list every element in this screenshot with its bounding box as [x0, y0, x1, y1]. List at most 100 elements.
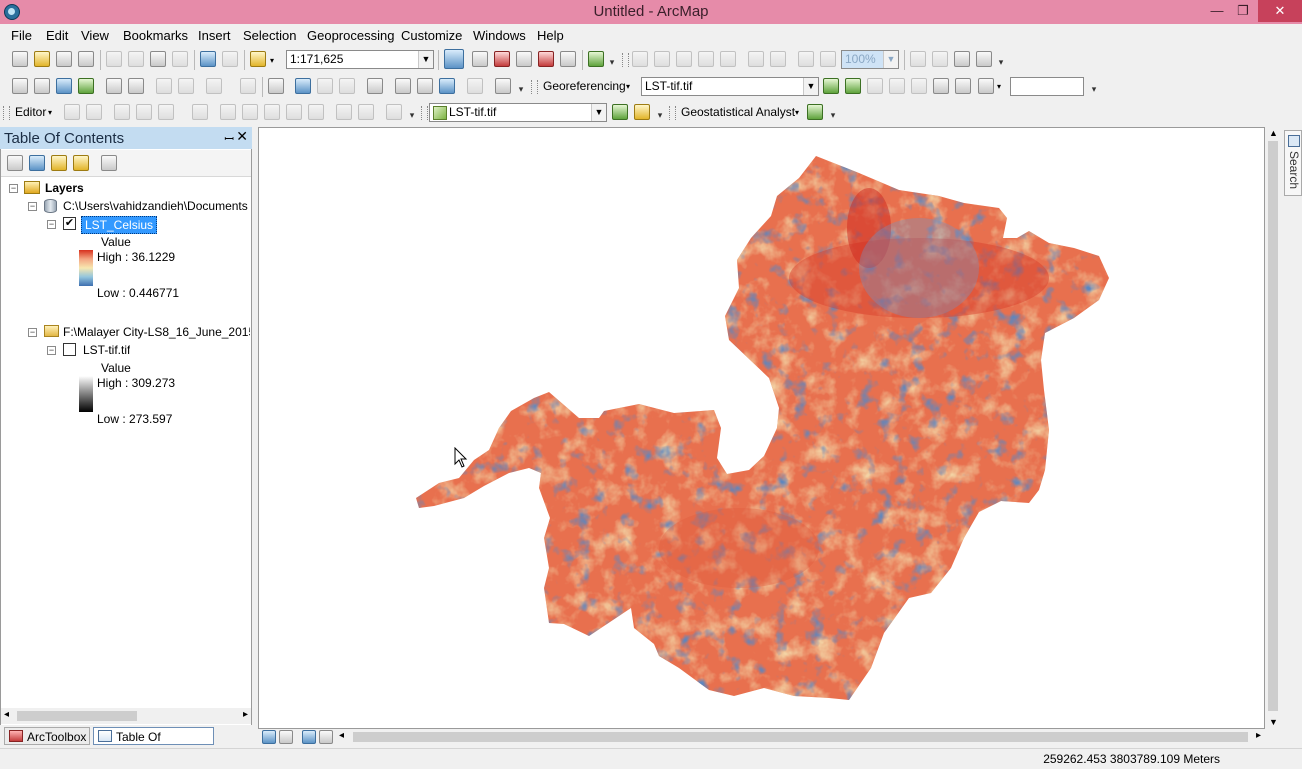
histogram-icon[interactable] — [634, 104, 650, 120]
menu-edit[interactable]: Edit — [46, 28, 68, 43]
scroll-left-icon[interactable]: ◂ — [4, 709, 9, 720]
rotate-map-icon[interactable] — [978, 78, 994, 94]
raster-map[interactable] — [259, 128, 1265, 729]
layout-zoom-in-icon[interactable] — [632, 51, 648, 67]
chevron-down-icon[interactable]: ▼ — [883, 51, 898, 68]
add-data-icon[interactable] — [250, 51, 266, 67]
rotate-icon[interactable] — [823, 78, 839, 94]
fixed-zoom-in-icon[interactable] — [748, 51, 764, 67]
geostatistical-analyst-menu[interactable]: Geostatistical Analyst — [681, 105, 795, 119]
georeferencing-menu[interactable]: Georeferencing — [543, 79, 626, 93]
toolbar-options-icon[interactable]: ▾ — [408, 108, 416, 122]
clear-selection-icon[interactable] — [240, 78, 256, 94]
table-of-contents-icon[interactable] — [472, 51, 488, 67]
list-by-visibility-icon[interactable] — [51, 155, 67, 171]
fixed-zoom-out-map-icon[interactable] — [128, 78, 144, 94]
group2-path[interactable]: F:\Malayer City-LS8_16_June_2015\L — [63, 325, 250, 339]
straight-segment-icon[interactable] — [114, 104, 130, 120]
shift-icon[interactable] — [867, 78, 883, 94]
menu-file[interactable]: File — [11, 28, 32, 43]
zoom-out-icon[interactable] — [34, 78, 50, 94]
toc-options-icon[interactable] — [101, 155, 117, 171]
cut-polygons-icon[interactable] — [264, 104, 280, 120]
close-icon[interactable]: ✕ — [236, 128, 248, 145]
trace-icon[interactable] — [158, 104, 174, 120]
scroll-down-icon[interactable]: ▼ — [1269, 717, 1278, 727]
identify-icon[interactable] — [295, 78, 311, 94]
next-extent-icon[interactable] — [820, 51, 836, 67]
go-forward-icon[interactable] — [178, 78, 194, 94]
toolbar-options-icon[interactable]: ▾ — [656, 108, 664, 122]
auto-registration-icon[interactable] — [911, 78, 927, 94]
rotate-feature-icon[interactable] — [308, 104, 324, 120]
scroll-right-icon[interactable]: ▸ — [243, 709, 248, 720]
scroll-left-icon[interactable]: ◂ — [339, 730, 344, 741]
collapse-layer2-icon[interactable]: − — [47, 346, 56, 355]
rotation-input[interactable] — [1010, 77, 1084, 96]
paste-icon[interactable] — [150, 51, 166, 67]
pin-icon[interactable]: ꟷ — [224, 130, 234, 147]
refresh-icon[interactable] — [302, 730, 316, 744]
menu-windows[interactable]: Windows — [473, 28, 526, 43]
delete-icon[interactable] — [172, 51, 188, 67]
pause-drawing-icon[interactable] — [319, 730, 333, 744]
zoom-whole-page-icon[interactable] — [698, 51, 714, 67]
focus-data-frame-icon[interactable] — [932, 51, 948, 67]
copy-icon[interactable] — [128, 51, 144, 67]
toolbar-options-icon[interactable]: ▾ — [608, 55, 616, 69]
zoom-100-icon[interactable] — [720, 51, 736, 67]
layer2-visibility-checkbox[interactable] — [63, 343, 76, 356]
collapse-group1-icon[interactable]: − — [28, 202, 37, 211]
find-route-icon[interactable] — [417, 78, 433, 94]
create-features-icon[interactable] — [386, 104, 402, 120]
geostat-dropdown-icon[interactable]: ▾ — [795, 108, 799, 117]
new-document-icon[interactable] — [12, 51, 28, 67]
georeferencing-dropdown-icon[interactable]: ▾ — [626, 82, 630, 91]
menu-help[interactable]: Help — [537, 28, 564, 43]
scroll-right-icon[interactable]: ▸ — [1256, 730, 1261, 741]
python-window-icon[interactable] — [560, 51, 576, 67]
attributes-icon[interactable] — [336, 104, 352, 120]
menu-geoprocessing[interactable]: Geoprocessing — [307, 28, 394, 43]
search-window-icon[interactable] — [516, 51, 532, 67]
swipe-icon[interactable] — [612, 104, 628, 120]
fixed-zoom-in-map-icon[interactable] — [106, 78, 122, 94]
map-data-view[interactable] — [258, 127, 1265, 729]
open-folder-icon[interactable] — [34, 51, 50, 67]
toolbar-options-icon[interactable]: ▾ — [517, 82, 525, 96]
chevron-down-icon[interactable]: ▼ — [418, 51, 433, 68]
zoom-in-icon[interactable] — [12, 78, 28, 94]
list-by-drawing-order-icon[interactable] — [7, 155, 23, 171]
go-to-xy-icon[interactable] — [439, 78, 455, 94]
layout-view-icon[interactable] — [279, 730, 293, 744]
edit-tool-icon[interactable] — [64, 104, 80, 120]
scale-icon[interactable] — [889, 78, 905, 94]
save-icon[interactable] — [56, 51, 72, 67]
map-scale-combo[interactable]: 1:171,625 ▼ — [286, 50, 434, 69]
hyperlink-icon[interactable] — [317, 78, 333, 94]
search-side-tab[interactable]: Search — [1284, 130, 1302, 196]
minimize-button[interactable]: — — [1203, 0, 1231, 22]
undo-icon[interactable] — [200, 51, 216, 67]
pan-hand-icon[interactable] — [56, 78, 72, 94]
editor-dropdown-icon[interactable]: ▾ — [48, 108, 52, 117]
close-button[interactable]: ✕ — [1258, 0, 1302, 22]
toolbar-options-icon[interactable]: ▾ — [1090, 82, 1098, 96]
add-control-points-icon[interactable] — [845, 78, 861, 94]
toolbar-options-icon[interactable]: ▾ — [997, 55, 1005, 69]
chevron-down-icon[interactable]: ▼ — [591, 104, 606, 121]
menu-bookmarks[interactable]: Bookmarks — [123, 28, 188, 43]
redo-icon[interactable] — [222, 51, 238, 67]
geostatistical-wizard-icon[interactable] — [807, 104, 823, 120]
scroll-thumb[interactable] — [1268, 141, 1278, 711]
end-point-arc-icon[interactable] — [136, 104, 152, 120]
collapse-group2-icon[interactable]: − — [28, 328, 37, 337]
editor-toolbar-toggle-icon[interactable] — [444, 49, 464, 69]
edit-vertices-icon[interactable] — [220, 104, 236, 120]
layout-zoom-out-icon[interactable] — [654, 51, 670, 67]
map-horizontal-scroll-thumb[interactable] — [353, 732, 1248, 742]
map-vertical-scrollbar[interactable]: ▲ ▼ — [1265, 127, 1281, 729]
fixed-zoom-out-icon[interactable] — [770, 51, 786, 67]
zoom-percent-combo[interactable]: 100% ▼ — [841, 50, 899, 69]
reshape-icon[interactable] — [242, 104, 258, 120]
